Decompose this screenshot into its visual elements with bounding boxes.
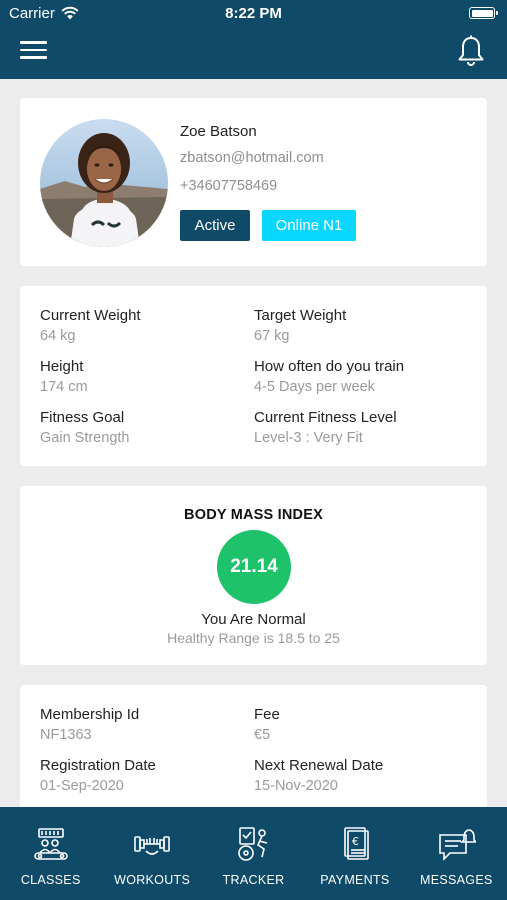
status-bar: Carrier 8:22 PM (0, 0, 507, 26)
notification-bell-icon[interactable] (457, 35, 485, 67)
profile-phone: +34607758469 (180, 178, 278, 194)
bmi-card: BODY MASS INDEX 21.14 You Are Normal Hea… (20, 486, 487, 665)
profile-name: Zoe Batson (180, 123, 257, 140)
target-weight-value: 67 kg (254, 328, 290, 344)
next-renewal-label: Next Renewal Date (254, 757, 384, 774)
app-bar (0, 26, 507, 79)
classes-icon (33, 828, 68, 860)
battery-icon (469, 7, 498, 19)
height-label: Height (40, 358, 84, 375)
svg-text:€: € (352, 835, 359, 848)
fee-value: €5 (254, 727, 271, 743)
bmi-value-circle: 21.14 (217, 530, 291, 604)
training-frequency-label: How often do you train (254, 358, 405, 375)
tab-tracker-label: TRACKER (222, 873, 285, 887)
carrier-info: Carrier (9, 5, 79, 22)
profile-email: zbatson@hotmail.com (180, 150, 324, 166)
chat-bell-icon (439, 829, 477, 861)
plan-badge: Online N1 (262, 210, 356, 241)
dumbbell-icon (134, 836, 170, 855)
tab-messages-label: MESSAGES (420, 873, 493, 887)
tab-payments[interactable]: € PAYMENTS (304, 807, 405, 900)
membership-id-value: NF1363 (40, 727, 92, 743)
tab-workouts[interactable]: WORKOUTS (101, 807, 202, 900)
bmi-healthy-range: Healthy Range is 18.5 to 25 (167, 630, 340, 646)
next-renewal-value: 15-Nov-2020 (254, 778, 338, 794)
carrier-label: Carrier (9, 4, 55, 22)
tab-classes[interactable]: CLASSES (0, 807, 101, 900)
registration-date-label: Registration Date (40, 757, 156, 774)
fitness-level-value: Level-3 : Very Fit (254, 430, 363, 446)
status-badge: Active (180, 210, 250, 241)
target-weight-label: Target Weight (254, 307, 347, 324)
avatar (40, 119, 168, 247)
tab-classes-label: CLASSES (20, 873, 81, 887)
profile-card: Zoe Batson zbatson@hotmail.com +34607758… (20, 98, 487, 266)
tab-tracker[interactable]: TRACKER (203, 807, 304, 900)
hamburger-menu-icon[interactable] (20, 41, 47, 63)
registration-date-value: 01-Sep-2020 (40, 778, 124, 794)
height-value: 174 cm (40, 379, 88, 395)
fitness-goal-label: Fitness Goal (40, 409, 125, 426)
training-frequency-value: 4-5 Days per week (254, 379, 375, 395)
wifi-icon (61, 6, 79, 20)
fitness-goal-value: Gain Strength (40, 430, 130, 446)
fitness-level-label: Current Fitness Level (254, 409, 397, 426)
tab-messages[interactable]: MESSAGES (406, 807, 507, 900)
current-weight-value: 64 kg (40, 328, 76, 344)
tracker-icon (237, 827, 267, 861)
current-weight-label: Current Weight (40, 307, 141, 324)
membership-id-label: Membership Id (40, 706, 140, 723)
bmi-title: BODY MASS INDEX (184, 507, 323, 523)
tab-payments-label: PAYMENTS (320, 873, 390, 887)
tab-workouts-label: WORKOUTS (114, 873, 191, 887)
euro-bill-icon: € (344, 827, 369, 860)
bmi-status: You Are Normal (201, 611, 306, 628)
bottom-tab-bar: CLASSES WORKOUTS TRACKER € PAYMENTS MESS… (0, 807, 507, 900)
membership-card: Membership Id NF1363 Fee €5 Registration… (20, 685, 487, 825)
fitness-details-card: Current Weight 64 kg Target Weight 67 kg… (20, 286, 487, 466)
fee-label: Fee (254, 706, 280, 723)
